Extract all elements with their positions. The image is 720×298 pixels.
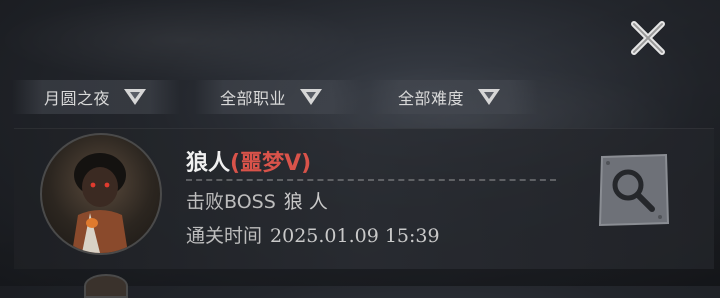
defeat-row: 击败BOSS 狼 人 <box>186 187 328 214</box>
clear-time-label: 通关时间 <box>186 225 263 247</box>
character-avatar <box>40 133 162 255</box>
dropdown-arrow-icon <box>478 89 501 105</box>
next-record-avatar <box>84 274 128 298</box>
close-icon <box>631 21 665 55</box>
boss-title: 狼人(噩梦V) <box>186 145 311 177</box>
filter-class-label: 全部职业 <box>220 89 287 108</box>
filter-mode-dropdown[interactable]: 月圆之夜 <box>12 80 180 114</box>
filter-class-dropdown[interactable]: 全部职业 <box>194 80 362 114</box>
close-button[interactable] <box>626 16 670 60</box>
dropdown-arrow-icon <box>300 89 323 105</box>
clear-time-row: 通关时间 2025.01.09 15:39 <box>186 221 440 248</box>
filter-mode-label: 月圆之夜 <box>44 89 111 108</box>
view-detail-button[interactable] <box>596 153 670 227</box>
dropdown-arrow-icon <box>124 89 147 105</box>
filter-difficulty-label: 全部难度 <box>398 89 465 108</box>
boss-name: 狼人 <box>186 151 231 176</box>
divider <box>186 179 556 181</box>
record-card[interactable]: 狼人(噩梦V) 击败BOSS 狼 人 通关时间 2025.01.09 15:39 <box>14 128 714 269</box>
magnifier-icon <box>598 153 670 227</box>
clear-time-value: 2025.01.09 15:39 <box>270 225 440 247</box>
filter-difficulty-dropdown[interactable]: 全部难度 <box>370 80 538 114</box>
defeat-label: 击败BOSS <box>186 191 276 213</box>
defeat-value: 狼 人 <box>283 191 328 213</box>
character-portrait-icon <box>72 153 128 253</box>
difficulty-badge: (噩梦V) <box>230 151 312 176</box>
